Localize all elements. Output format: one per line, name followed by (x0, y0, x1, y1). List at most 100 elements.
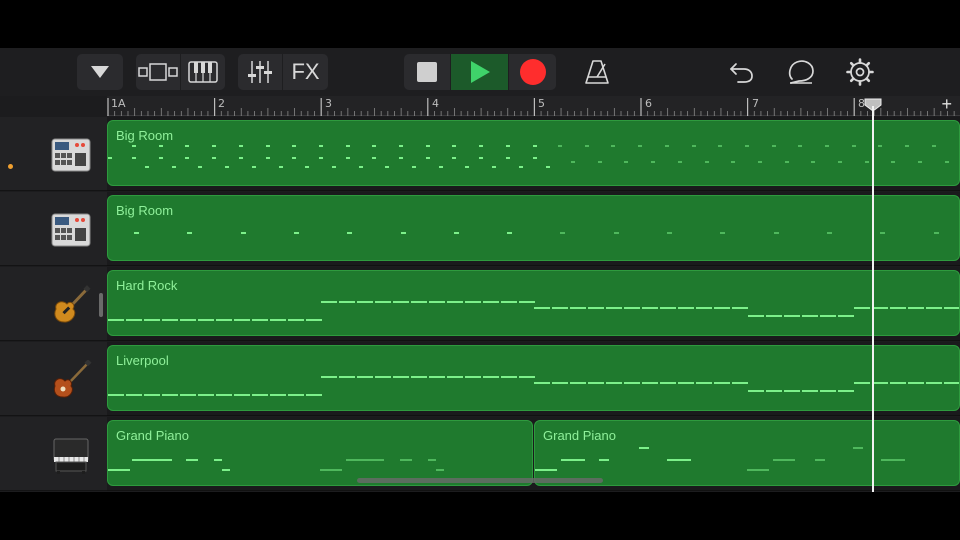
track-header-grand-piano[interactable] (0, 417, 107, 491)
piano-keys-icon (188, 61, 218, 83)
midi-note (411, 301, 427, 303)
midi-note (944, 161, 949, 163)
midi-note (624, 161, 629, 163)
midi-note (318, 145, 323, 147)
midi-note (588, 382, 604, 384)
midi-note (599, 459, 609, 461)
midi-note (375, 376, 391, 378)
midi-note (931, 145, 936, 147)
record-button[interactable] (509, 54, 556, 90)
midi-note (108, 394, 124, 396)
metronome-button[interactable] (579, 54, 615, 90)
stop-icon (417, 62, 437, 82)
browser-menu-button[interactable] (77, 54, 123, 90)
midi-note (696, 382, 712, 384)
midi-note (732, 307, 748, 309)
region-label: Grand Piano (116, 428, 189, 443)
midi-note (944, 382, 959, 384)
midi-note (561, 459, 585, 461)
midi-note (660, 307, 676, 309)
midi-note (347, 232, 353, 234)
drum-machine-icon (51, 138, 91, 172)
midi-note (534, 307, 550, 309)
midi-note (212, 145, 217, 147)
track-header-big-room-2[interactable] (0, 192, 107, 266)
bass-guitar-icon (53, 360, 92, 398)
midi-note (158, 145, 163, 147)
midi-note (429, 301, 445, 303)
add-track-button[interactable]: + (941, 94, 952, 115)
midi-note (108, 469, 130, 471)
midi-note (438, 166, 443, 168)
track-header-resize-handle[interactable] (99, 293, 103, 317)
horizontal-scroll-indicator[interactable] (357, 478, 603, 483)
midi-note (624, 307, 640, 309)
midi-note (393, 376, 409, 378)
midi-note (158, 157, 163, 159)
midi-note (731, 161, 736, 163)
undo-button[interactable] (724, 54, 758, 90)
midi-note (501, 376, 517, 378)
mixer-button[interactable] (238, 54, 282, 90)
midi-note (465, 376, 481, 378)
midi-note (187, 232, 193, 234)
midi-note (825, 145, 829, 147)
midi-note (691, 145, 696, 147)
midi-note (238, 145, 243, 147)
midi-note (425, 145, 430, 147)
bar-number: 3 (325, 97, 332, 110)
region-grand-piano[interactable]: Grand Piano (534, 420, 960, 486)
midi-note (331, 166, 336, 168)
region-grand-piano[interactable]: Grand Piano (107, 420, 533, 486)
midi-note (854, 382, 870, 384)
midi-note (270, 394, 286, 396)
region-hard-rock[interactable]: Hard Rock (107, 270, 960, 336)
midi-note (465, 166, 470, 168)
midi-note (613, 232, 619, 234)
loop-browser-button[interactable] (784, 54, 818, 90)
track-header-hard-rock[interactable] (0, 267, 107, 341)
midi-note (346, 459, 384, 461)
track-header-liverpool[interactable] (0, 342, 107, 416)
keyboard-button[interactable] (181, 54, 225, 90)
track-header-big-room-1[interactable] (0, 117, 107, 191)
ruler-ticks (107, 98, 955, 116)
midi-note (677, 161, 682, 163)
playhead[interactable] (872, 106, 874, 492)
midi-note (252, 319, 268, 321)
midi-note (890, 382, 906, 384)
midi-note (222, 469, 230, 471)
midi-note (447, 301, 463, 303)
region-liverpool[interactable]: Liverpool (107, 345, 960, 411)
midi-note (933, 232, 939, 234)
midi-note (393, 301, 409, 303)
settings-button[interactable] (843, 54, 877, 90)
midi-note (238, 157, 243, 159)
midi-note (270, 319, 286, 321)
track-lane-big-room-1: Big Room (107, 117, 960, 191)
midi-note (918, 161, 923, 163)
midi-note (372, 157, 377, 159)
midi-note (214, 459, 222, 461)
tracks-view-button[interactable] (136, 54, 180, 90)
midi-note (854, 307, 870, 309)
fx-button[interactable]: FX (283, 54, 328, 90)
midi-note (375, 301, 391, 303)
midi-note (570, 307, 586, 309)
play-button[interactable] (451, 54, 508, 90)
midi-note (265, 145, 270, 147)
region-big-room[interactable]: Big Room (107, 195, 960, 261)
midi-note (306, 319, 322, 321)
midi-note (571, 161, 575, 163)
stop-button[interactable] (404, 54, 450, 90)
midi-note (400, 459, 412, 461)
region-big-room[interactable]: Big Room (107, 120, 960, 186)
bar-ruler[interactable]: 1A 2 3 4 5 6 7 8 + (107, 94, 960, 116)
undo-icon (730, 63, 753, 83)
midi-note (180, 394, 196, 396)
midi-note (108, 157, 112, 159)
midi-note (372, 145, 377, 147)
midi-note (718, 145, 723, 147)
bar-number: 5 (538, 97, 545, 110)
region-label: Liverpool (116, 353, 169, 368)
